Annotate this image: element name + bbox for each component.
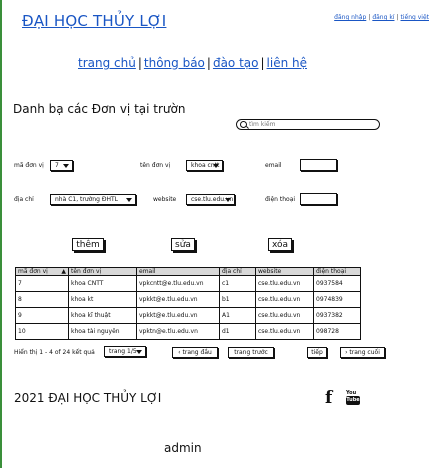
nav-training[interactable]: đào tạo	[213, 56, 259, 70]
nav-notices[interactable]: thông báo	[144, 56, 205, 70]
cell-phone: 098728	[313, 323, 361, 340]
cell-address: b1	[219, 291, 256, 308]
column-header-address[interactable]: địa chỉ	[219, 267, 256, 276]
language-link[interactable]: tiếng việt	[401, 14, 430, 21]
cell-website: cse.tlu.edu.vn	[255, 291, 314, 308]
cell-address: A1	[219, 307, 256, 324]
prev-page-button[interactable]: trang trước	[228, 347, 274, 358]
first-page-button[interactable]: ‹ trang đầu	[172, 347, 218, 358]
table-row[interactable]: 9 khoa kĩ thuật vpkkt@e.tlu.edu.vn A1 cs…	[15, 307, 361, 324]
column-header-website[interactable]: website	[255, 267, 314, 276]
username-label: admin	[164, 441, 202, 455]
page-select-value: trang 1/5	[109, 348, 137, 355]
unit-code-select[interactable]: 7	[50, 160, 73, 171]
cell-unit-code: 10	[15, 323, 69, 340]
facebook-icon[interactable]: f	[325, 388, 332, 408]
footer-copyright: 2021 ĐẠI HỌC THỦY LỢI	[14, 391, 162, 405]
separator: |	[396, 14, 399, 21]
cell-unit-code: 8	[15, 291, 69, 308]
youtube-icon[interactable]: You Tube	[346, 390, 360, 407]
search-icon	[240, 121, 247, 128]
sort-up-icon: ▲	[61, 268, 66, 275]
chevron-down-icon	[213, 164, 219, 168]
chevron-down-icon	[136, 350, 142, 354]
cell-unit-name: khoa kt	[68, 291, 137, 308]
left-frame-border	[0, 0, 2, 468]
register-link[interactable]: đăng kí	[372, 14, 394, 21]
column-header-unit-name[interactable]: tên đơn vị	[68, 267, 137, 276]
cell-website: cse.tlu.edu.vn	[255, 307, 314, 324]
address-select[interactable]: nhà C1, trường ĐHTL	[50, 194, 136, 205]
website-label: website	[153, 196, 177, 203]
cell-phone: 0937382	[313, 307, 361, 324]
cell-email: vpktn@e.tlu.edu.vn	[136, 323, 220, 340]
nav-separator: |	[206, 56, 211, 70]
separator: |	[368, 14, 371, 21]
cell-unit-code: 9	[15, 307, 69, 324]
email-label: email	[265, 162, 282, 169]
cell-phone: 0974839	[313, 291, 361, 308]
chevron-down-icon	[225, 198, 231, 202]
email-field[interactable]	[300, 159, 337, 171]
cell-address: c1	[219, 275, 256, 292]
site-title-link[interactable]: ĐẠI HỌC THỦY LỢI	[22, 12, 166, 30]
unit-name-select[interactable]: khoa cntt	[186, 160, 223, 171]
unit-code-label: mã đơn vị	[14, 162, 44, 169]
page-select[interactable]: trang 1/5	[104, 346, 146, 357]
cell-email: vpkkt@e.tlu.edu.vn	[136, 307, 220, 324]
phone-label: điện thoại	[265, 196, 296, 203]
cell-unit-name: khoa tài nguyên	[68, 323, 137, 340]
cell-phone: 0937584	[313, 275, 361, 292]
cell-unit-code: 7	[15, 275, 69, 292]
chevron-right-icon: ›	[345, 349, 348, 356]
login-link[interactable]: đăng nhập	[334, 14, 366, 21]
nav-separator: |	[260, 56, 265, 70]
cell-email: vpkcntt@e.tlu.edu.vn	[136, 275, 220, 292]
cell-website: cse.tlu.edu.vn	[255, 323, 314, 340]
search-placeholder: tìm kiếm	[249, 121, 276, 128]
chevron-down-icon	[126, 198, 132, 202]
table-header-row: mã đơn vị ▲ tên đơn vị email địa chỉ web…	[15, 267, 361, 276]
edit-button[interactable]: sửa	[171, 238, 195, 251]
table-row[interactable]: 7 khoa CNTT vpkcntt@e.tlu.edu.vn c1 cse.…	[15, 275, 361, 292]
units-table: mã đơn vị ▲ tên đơn vị email địa chỉ web…	[15, 267, 361, 340]
nav-contact[interactable]: liên hệ	[267, 56, 307, 70]
chevron-left-icon: ‹	[178, 349, 181, 356]
delete-button[interactable]: xóa	[268, 238, 292, 251]
cell-unit-name: khoa CNTT	[68, 275, 137, 292]
next-page-button[interactable]: tiếp	[307, 347, 327, 358]
cell-email: vpkkt@e.tlu.edu.vn	[136, 291, 220, 308]
cell-website: cse.tlu.edu.vn	[255, 275, 314, 292]
cell-address: d1	[219, 323, 256, 340]
search-input[interactable]: tìm kiếm	[236, 119, 380, 130]
nav-separator: |	[137, 56, 142, 70]
column-header-email[interactable]: email	[136, 267, 220, 276]
address-label: địa chỉ	[14, 196, 34, 203]
page-title: Danh bạ các Đơn vị tại trườn	[13, 102, 186, 116]
top-links: đăng nhập | đăng kí | tiếng việt	[334, 14, 429, 21]
chevron-down-icon	[63, 164, 69, 168]
unit-name-label: tên đơn vị	[140, 162, 171, 169]
cell-unit-name: khoa kĩ thuật	[68, 307, 137, 324]
unit-code-value: 7	[55, 162, 59, 169]
address-value: nhà C1, trường ĐHTL	[55, 196, 118, 203]
table-row[interactable]: 8 khoa kt vpkkt@e.tlu.edu.vn b1 cse.tlu.…	[15, 291, 361, 308]
phone-field[interactable]	[300, 193, 337, 205]
column-header-unit-code[interactable]: mã đơn vị ▲	[15, 267, 69, 276]
column-header-phone[interactable]: điện thoại	[313, 267, 361, 276]
add-button[interactable]: thêm	[72, 238, 104, 251]
last-page-button[interactable]: › trang cuối	[340, 347, 385, 358]
website-select[interactable]: cse.tlu.edu.vn	[186, 194, 235, 205]
nav-home[interactable]: trang chủ	[78, 56, 136, 70]
main-nav: trang chủ | thông báo | đào tạo | liên hệ	[78, 56, 307, 70]
paging-summary: Hiển thị 1 - 4 of 24 kết quả	[14, 349, 95, 356]
table-row[interactable]: 10 khoa tài nguyên vpktn@e.tlu.edu.vn d1…	[15, 323, 361, 340]
